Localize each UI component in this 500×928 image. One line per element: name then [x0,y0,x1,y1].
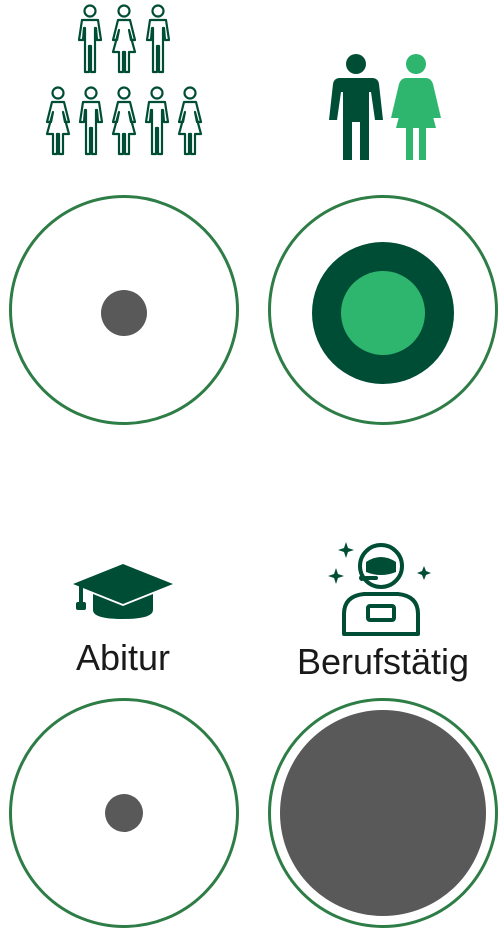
abitur-small-dot [105,794,143,832]
couple-proportion-circle [268,195,498,425]
group-proportion-circle [9,195,239,425]
beruf-large-dot [280,710,486,916]
abitur-label: Abitur [75,637,171,678]
group-small-dot [101,290,147,336]
crowd-icon [44,4,204,160]
couple-inner-dot [341,271,425,355]
man-woman-icon [329,54,444,162]
graduation-cap-icon [73,564,173,620]
berufstaetig-label: Berufstätig [296,641,470,682]
beruf-proportion-circle [268,698,498,928]
abitur-proportion-circle [9,698,239,928]
astronaut-icon [326,540,432,636]
